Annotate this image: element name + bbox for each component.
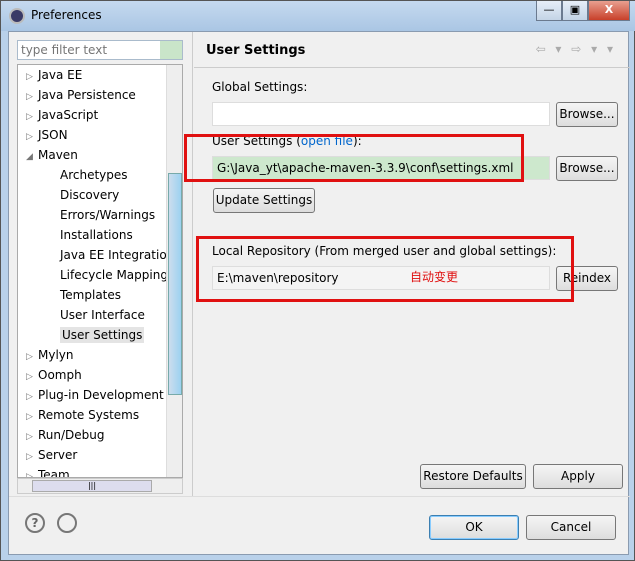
tree-item-label: Errors/Warnings bbox=[60, 208, 156, 222]
update-settings-button[interactable]: Update Settings bbox=[213, 188, 315, 213]
user-browse-button[interactable]: Browse... bbox=[556, 156, 618, 181]
tree-item-label: Server bbox=[38, 448, 78, 462]
tree-item[interactable]: ▷ Java EE bbox=[18, 65, 182, 85]
maximize-button[interactable]: ▣ bbox=[562, 1, 588, 21]
tree-item-label: Java EE Integration bbox=[60, 248, 175, 262]
tree-item-label: Maven bbox=[38, 148, 78, 162]
preferences-tree-panel: ▷Java EE▷Java Persistence▷JavaScript▷JSO… bbox=[9, 32, 193, 496]
page-title: User Settings bbox=[206, 43, 306, 58]
tree-item[interactable]: ▷ Team bbox=[18, 465, 182, 478]
tree-item-label: User Interface bbox=[60, 308, 145, 322]
ok-button[interactable]: OK bbox=[429, 515, 519, 540]
tree-item-label: JavaScript bbox=[38, 108, 99, 122]
tree-item[interactable]: ▷ Run/Debug bbox=[18, 425, 182, 445]
expand-arrow-icon[interactable]: ▷ bbox=[26, 107, 38, 127]
global-settings-input[interactable] bbox=[212, 102, 550, 126]
tree-item-label: User Settings bbox=[60, 327, 145, 343]
tree-item[interactable]: ◢ Maven bbox=[18, 145, 182, 165]
tree-item-label: Archetypes bbox=[60, 168, 128, 182]
highlight-box bbox=[184, 134, 524, 182]
tree-item[interactable]: ▷ Java Persistence bbox=[18, 85, 182, 105]
preferences-tree: ▷ Java EE ▷ Java Persistence ▷ JavaScript ▷ JSO… bbox=[17, 64, 183, 478]
tree-item-label: Lifecycle Mappings bbox=[60, 268, 175, 282]
dialog-body: ▷Java EE▷Java Persistence▷JavaScript▷JSO… bbox=[8, 31, 630, 556]
tree-item-label: Run/Debug bbox=[38, 428, 105, 442]
tree-item-label: Mylyn bbox=[38, 348, 74, 362]
dialog-footer: ? OK Cancel bbox=[9, 496, 630, 556]
page-header: User Settings ⇦ ▾ ⇨ ▾ ▾ bbox=[194, 32, 630, 68]
cancel-button[interactable]: Cancel bbox=[526, 515, 616, 540]
tree-item[interactable]: ▷ Mylyn bbox=[18, 345, 182, 365]
scrollbar-thumb[interactable] bbox=[168, 173, 182, 395]
preferences-window: Preferences — ▣ X ▷Java EE▷Java Persiste… bbox=[0, 0, 635, 561]
expand-arrow-icon[interactable]: ▷ bbox=[26, 87, 38, 107]
tree-item[interactable]: ▷ Oomph bbox=[18, 365, 182, 385]
close-button[interactable]: X bbox=[588, 1, 630, 21]
global-settings-label: Global Settings: bbox=[212, 80, 308, 94]
window-title: Preferences bbox=[31, 8, 102, 22]
tree-item[interactable]: Installations bbox=[18, 225, 182, 245]
expand-arrow-icon[interactable]: ▷ bbox=[26, 427, 38, 447]
tree-item-label: Remote Systems bbox=[38, 408, 140, 422]
tree-item-label: Templates bbox=[60, 288, 122, 302]
tree-item[interactable]: Java EE Integration bbox=[18, 245, 182, 265]
tree-item-label: Team bbox=[38, 468, 70, 478]
filter-box bbox=[17, 40, 183, 60]
tree-item[interactable]: Templates bbox=[18, 285, 182, 305]
tree-vertical-scrollbar[interactable] bbox=[166, 65, 182, 477]
expand-arrow-icon[interactable]: ▷ bbox=[26, 407, 38, 427]
tree-item[interactable]: Lifecycle Mappings bbox=[18, 265, 182, 285]
expand-arrow-icon[interactable]: ▷ bbox=[26, 447, 38, 467]
tree-horizontal-scrollbar[interactable]: ||| bbox=[17, 478, 183, 494]
scrollbar-thumb[interactable]: ||| bbox=[32, 480, 152, 492]
tree-item[interactable]: ▷ JavaScript bbox=[18, 105, 182, 125]
tree-item[interactable]: Archetypes bbox=[18, 165, 182, 185]
expand-arrow-icon[interactable]: ▷ bbox=[26, 127, 38, 147]
tree-item[interactable]: ▷ Remote Systems bbox=[18, 405, 182, 425]
tree-item-label: Plug-in Development bbox=[38, 388, 164, 402]
minimize-button[interactable]: — bbox=[536, 1, 562, 21]
tree-item-label: Java EE bbox=[38, 68, 83, 82]
expand-arrow-icon[interactable]: ▷ bbox=[26, 367, 38, 387]
tree-item-label: Java Persistence bbox=[38, 88, 136, 102]
title-bar: Preferences — ▣ X bbox=[1, 1, 635, 31]
tree-item[interactable]: ▷ Plug-in Development bbox=[18, 385, 182, 405]
tree-item-label: Oomph bbox=[38, 368, 82, 382]
record-icon[interactable] bbox=[57, 513, 77, 533]
tree-item[interactable]: ▷ Server bbox=[18, 445, 182, 465]
collapse-arrow-icon[interactable]: ◢ bbox=[26, 147, 38, 167]
expand-arrow-icon[interactable]: ▷ bbox=[26, 387, 38, 407]
global-browse-button[interactable]: Browse... bbox=[556, 102, 618, 127]
filter-input[interactable] bbox=[18, 41, 160, 59]
eclipse-icon bbox=[9, 8, 25, 24]
help-icon[interactable]: ? bbox=[25, 513, 45, 533]
restore-defaults-button[interactable]: Restore Defaults bbox=[420, 464, 526, 489]
user-settings-page: User Settings ⇦ ▾ ⇨ ▾ ▾ Global Settings:… bbox=[184, 32, 630, 496]
tree-item[interactable]: User Settings bbox=[18, 325, 182, 345]
tree-item-label: Discovery bbox=[60, 188, 120, 202]
expand-arrow-icon[interactable]: ▷ bbox=[26, 347, 38, 367]
tree-item[interactable]: Errors/Warnings bbox=[18, 205, 182, 225]
tree-item[interactable]: User Interface bbox=[18, 305, 182, 325]
tree-item[interactable]: ▷ JSON bbox=[18, 125, 182, 145]
navigation-arrows[interactable]: ⇦ ▾ ⇨ ▾ ▾ bbox=[536, 42, 616, 56]
highlight-box bbox=[196, 236, 574, 302]
apply-button[interactable]: Apply bbox=[533, 464, 623, 489]
tree-item[interactable]: Discovery bbox=[18, 185, 182, 205]
expand-arrow-icon[interactable]: ▷ bbox=[26, 67, 38, 87]
expand-arrow-icon[interactable]: ▷ bbox=[26, 467, 38, 477]
tree-item-label: Installations bbox=[60, 228, 133, 242]
tree-item-label: JSON bbox=[38, 128, 68, 142]
